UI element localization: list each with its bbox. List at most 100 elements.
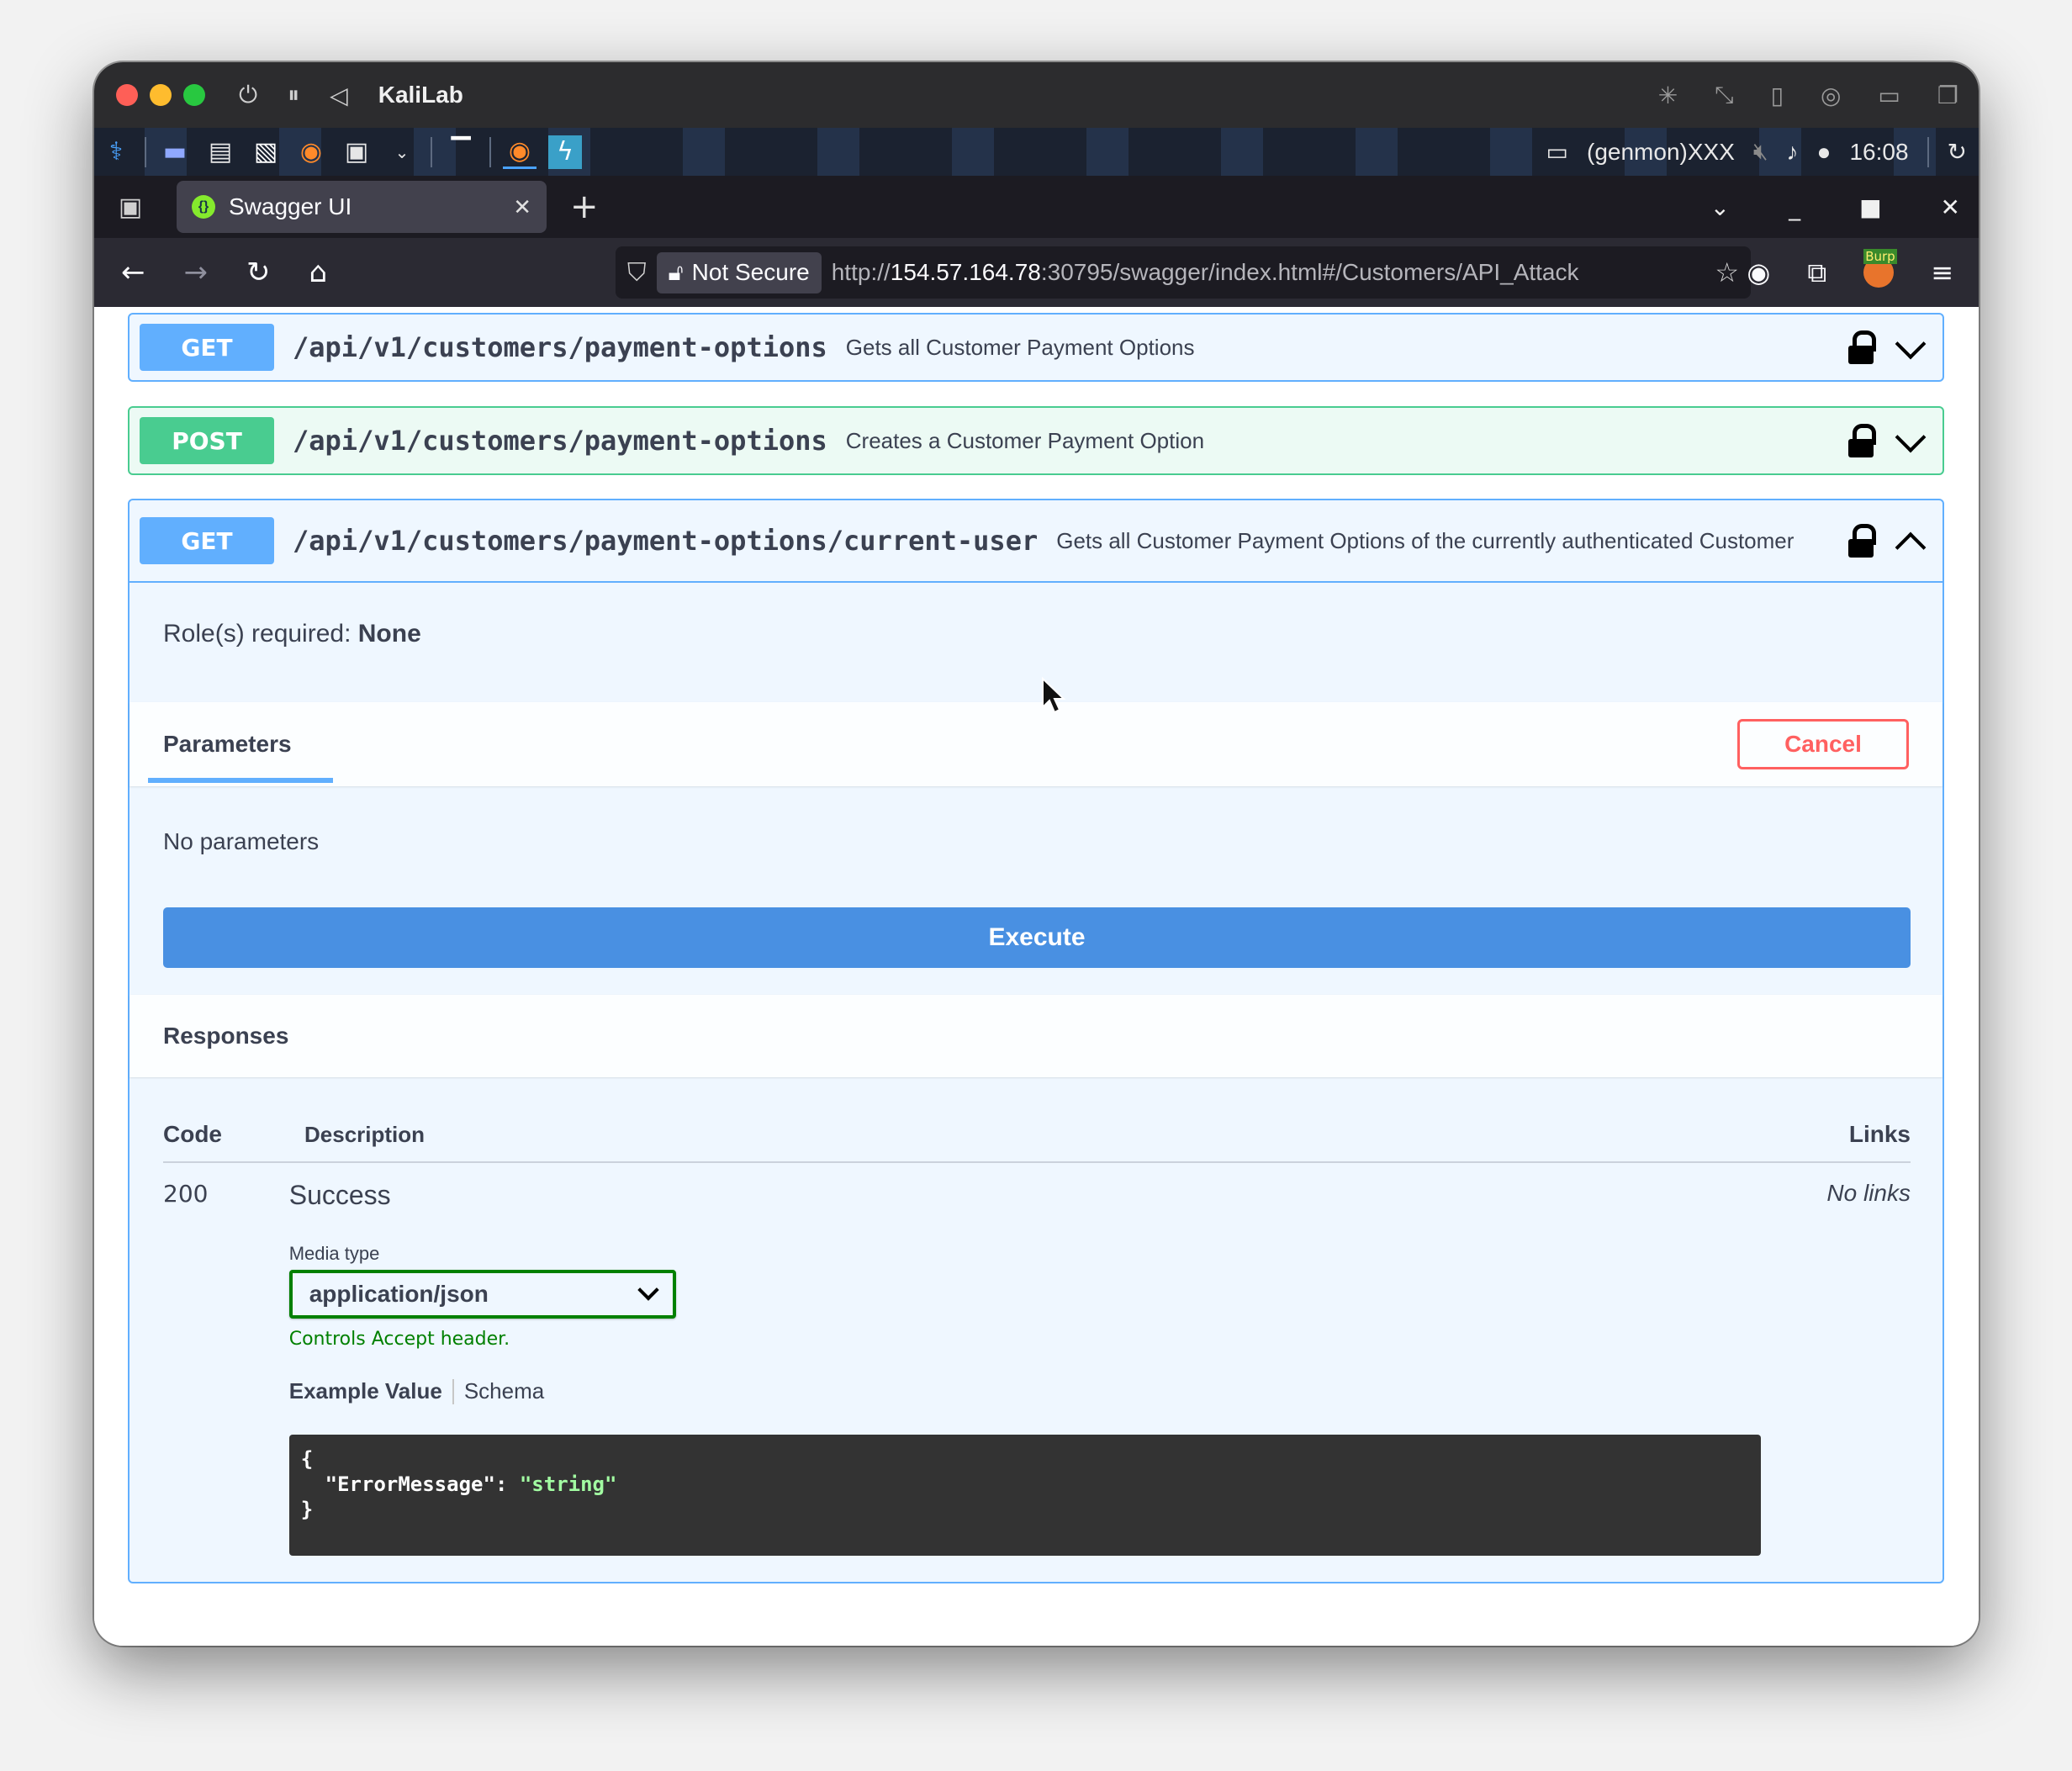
windows-icon[interactable]: ❐: [1937, 82, 1958, 109]
minimize-icon[interactable]: _: [1789, 193, 1800, 221]
example-tabs: Example Value Schema: [289, 1378, 1761, 1404]
panel-separator: [145, 136, 146, 167]
mute-icon[interactable]: 🔇︎: [1753, 138, 1768, 166]
kali-menu-icon[interactable]: ⚕: [99, 135, 133, 169]
notification-icon[interactable]: ♪: [1787, 139, 1799, 166]
tab-parameters[interactable]: Parameters: [148, 702, 333, 786]
extensions-icon[interactable]: ⧉: [1807, 256, 1826, 289]
workspace-icon[interactable]: ▔: [444, 135, 478, 169]
chevron-down-icon[interactable]: [1894, 331, 1926, 363]
operation-summary: Gets all Customer Payment Options: [845, 335, 1195, 360]
chevron-down-icon[interactable]: ⌄: [385, 135, 419, 169]
operation-path: /api/v1/customers/payment-options: [293, 425, 827, 457]
media-type-value: application/json: [309, 1281, 489, 1307]
desktop-icon[interactable]: ▬: [158, 135, 192, 169]
chevron-down-icon[interactable]: ⌄: [1710, 193, 1730, 221]
code-colon: :: [494, 1472, 520, 1496]
zoom-window-button[interactable]: [183, 84, 205, 106]
swagger-favicon-icon: {}: [192, 195, 215, 219]
pause-icon[interactable]: ⏸: [288, 81, 299, 109]
monitor-icon[interactable]: ▭: [1546, 138, 1568, 166]
home-icon[interactable]: ⌂: [309, 256, 328, 289]
execute-button[interactable]: Execute: [163, 907, 1911, 968]
responses-title: Responses: [163, 1023, 289, 1049]
firefox-launcher-icon[interactable]: ◉: [294, 135, 328, 169]
refresh-icon[interactable]: ↻: [1948, 138, 1967, 166]
response-description: Success Media type application/json Cont…: [288, 1180, 1761, 1556]
brightness-icon[interactable]: ✳: [1658, 82, 1678, 109]
close-window-button[interactable]: [116, 84, 138, 106]
shield-icon[interactable]: ⛉: [627, 258, 647, 288]
tab-schema[interactable]: Schema: [464, 1378, 544, 1404]
kali-tray: ▭ (genmon)XXX 🔇︎ ♪ ● 16:08 ↻: [1546, 136, 1967, 167]
url-bar[interactable]: ⛉ 🔓︎ Not Secure http://154.57.164.78:307…: [616, 246, 1751, 299]
camera-icon[interactable]: ◎: [1821, 82, 1841, 109]
back-icon[interactable]: ◁: [330, 82, 348, 109]
burp-extension-icon[interactable]: [1863, 249, 1897, 288]
tab-separator: [452, 1378, 454, 1404]
close-tab-icon[interactable]: ✕: [513, 194, 531, 220]
new-tab-button[interactable]: +: [570, 188, 599, 226]
parameters-header: Parameters Cancel: [130, 702, 1942, 786]
code-string-value: "string": [519, 1472, 617, 1496]
power-icon[interactable]: ⏻: [239, 81, 257, 109]
operation-path: /api/v1/customers/payment-options/curren…: [293, 525, 1039, 557]
minimize-window-button[interactable]: [150, 84, 172, 106]
tab-title: Swagger UI: [229, 193, 352, 219]
code-line-close: }: [300, 1498, 314, 1521]
lock-icon[interactable]: [1847, 524, 1877, 558]
chevron-up-icon[interactable]: [1894, 525, 1926, 557]
vm-controls: ⏻ ⏸ ◁: [239, 81, 348, 109]
opblock-post-payment-options[interactable]: POST /api/v1/customers/payment-options C…: [128, 406, 1944, 475]
panel-separator: [489, 136, 491, 167]
opblock-summary[interactable]: GET /api/v1/customers/payment-options/cu…: [130, 500, 1942, 583]
chevron-down-icon[interactable]: [1894, 425, 1926, 457]
terminal-icon[interactable]: ▣: [340, 135, 373, 169]
folder-icon[interactable]: ▭: [1878, 82, 1900, 109]
method-badge: GET: [140, 517, 274, 564]
cancel-button[interactable]: Cancel: [1737, 719, 1909, 769]
menu-icon[interactable]: ≡: [1931, 256, 1953, 288]
operation-summary: Gets all Customer Payment Options of the…: [1056, 528, 1794, 553]
tab-strip: ▣ {} Swagger UI ✕ + ⌄ _ ■ ✕: [94, 176, 1979, 238]
tab-example-value[interactable]: Example Value: [289, 1378, 442, 1404]
media-type-select[interactable]: application/json: [288, 1270, 676, 1319]
accept-header-note: Controls Accept header.: [288, 1329, 510, 1350]
roles-value: None: [357, 620, 421, 648]
not-secure-badge[interactable]: 🔓︎ Not Secure: [656, 251, 822, 293]
chevron-down-icon: [637, 1279, 659, 1301]
text-editor-icon[interactable]: ▧: [249, 135, 283, 169]
resize-icon[interactable]: ⤡: [1715, 81, 1733, 109]
lock-icon[interactable]: [1847, 330, 1877, 364]
roles-label: Role(s) required:: [163, 620, 358, 648]
bookmark-star-icon[interactable]: ☆: [1715, 256, 1739, 288]
method-badge: GET: [140, 324, 274, 371]
swagger-content: GET /api/v1/customers/payment-options Ge…: [94, 307, 1979, 1646]
forward-arrow-icon[interactable]: →: [184, 256, 209, 289]
roles-required: Role(s) required: None: [163, 620, 421, 648]
close-icon[interactable]: ✕: [1941, 193, 1960, 221]
opblock-summary[interactable]: GET /api/v1/customers/payment-options Ge…: [130, 315, 1942, 380]
url-text[interactable]: http://154.57.164.78:30795/swagger/index…: [832, 259, 1705, 286]
clock-text: 16:08: [1849, 138, 1909, 165]
opblock-get-payment-options[interactable]: GET /api/v1/customers/payment-options Ge…: [128, 313, 1944, 382]
tab-swagger-ui[interactable]: {} Swagger UI ✕: [177, 181, 547, 233]
burp-window-icon[interactable]: ϟ: [548, 135, 582, 169]
reload-icon[interactable]: ↻: [246, 256, 271, 289]
firefox-window-icon[interactable]: ◉: [503, 135, 536, 169]
account-icon[interactable]: ◉: [1747, 256, 1770, 288]
usb-icon[interactable]: ▯: [1771, 82, 1784, 109]
opblock-summary[interactable]: POST /api/v1/customers/payment-options C…: [130, 408, 1942, 473]
tab-list-icon[interactable]: ▣: [101, 193, 160, 222]
method-badge: POST: [140, 417, 274, 464]
back-arrow-icon[interactable]: ←: [121, 256, 145, 289]
operation-icons: [1847, 424, 1926, 457]
vm-toolbar-right: ✳ ⤡ ▯ ◎ ▭ ❐: [1658, 81, 1958, 109]
opblock-get-current-user: GET /api/v1/customers/payment-options/cu…: [128, 499, 1944, 1583]
maximize-icon[interactable]: ■: [1859, 193, 1881, 221]
lock-icon[interactable]: [1847, 424, 1877, 457]
example-code-block: { "ErrorMessage": "string" }: [288, 1435, 1761, 1556]
vm-titlebar: ⏻ ⏸ ◁ KaliLab ✳ ⤡ ▯ ◎ ▭ ❐: [94, 62, 1979, 128]
vm-title: KaliLab: [378, 82, 463, 108]
file-manager-icon[interactable]: ▤: [204, 135, 237, 169]
